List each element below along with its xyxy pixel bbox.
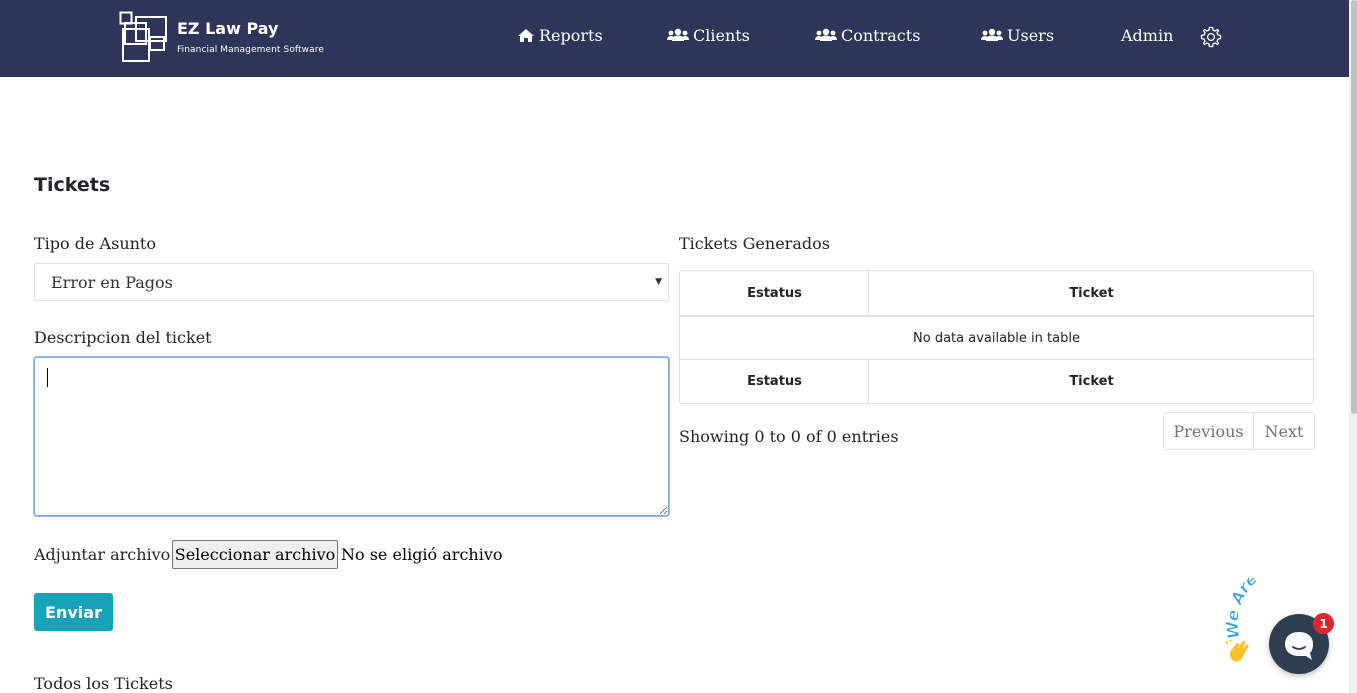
chevron-down-icon: ▼ (655, 277, 662, 287)
nav-reports[interactable]: Reports (517, 25, 603, 45)
subject-selected-value: Error en Pagos (51, 272, 173, 292)
nav-clients[interactable]: Clients (667, 25, 750, 45)
pagination: Previous Next (1163, 412, 1315, 450)
submit-button[interactable]: Enviar (34, 593, 113, 631)
nav-admin[interactable]: Admin (1121, 25, 1173, 45)
waving-hand-icon (1225, 639, 1249, 662)
users-icon (667, 28, 689, 41)
tickets-table: Estatus Ticket No data available in tabl… (679, 270, 1314, 404)
attach-label: Adjuntar archivo : (34, 545, 181, 564)
chat-unread-badge: 1 (1313, 613, 1334, 634)
empty-table-message: No data available in table (913, 330, 1080, 346)
brand[interactable]: EZ Law Pay Financial Management Software (119, 11, 339, 65)
all-tickets-heading: Todos los Tickets (34, 674, 173, 693)
users-icon (815, 28, 837, 41)
nav-contracts[interactable]: Contracts (815, 25, 920, 45)
users-icon (981, 28, 1003, 41)
footer-header-status: Estatus (747, 374, 802, 389)
generated-tickets-heading: Tickets Generados (679, 234, 830, 253)
top-navbar: EZ Law Pay Financial Management Software… (0, 0, 1349, 77)
brand-name: EZ Law Pay (177, 19, 279, 38)
description-textarea[interactable] (34, 357, 669, 516)
column-divider (868, 271, 869, 315)
nav-admin-label: Admin (1121, 25, 1174, 45)
home-icon (518, 28, 534, 42)
page-title: Tickets (34, 174, 111, 196)
choose-file-button[interactable]: Seleccionar archivo (172, 540, 338, 569)
table-info: Showing 0 to 0 of 0 entries (679, 427, 899, 446)
gear-icon[interactable] (1199, 25, 1223, 49)
subject-label: Tipo de Asunto (34, 234, 156, 253)
nav-contracts-label: Contracts (841, 25, 921, 45)
text-cursor (47, 368, 48, 387)
next-page-button[interactable]: Next (1254, 413, 1314, 449)
nav-reports-label: Reports (539, 25, 603, 45)
file-status: No se eligió archivo (341, 545, 503, 564)
footer-header-ticket: Ticket (1069, 374, 1114, 389)
nav-clients-label: Clients (693, 25, 750, 45)
column-header-ticket[interactable]: Ticket (869, 271, 1314, 315)
column-divider (868, 360, 869, 403)
logo-icon (119, 11, 167, 62)
subject-select[interactable]: Error en Pagos ▼ (34, 263, 669, 301)
column-header-status[interactable]: Estatus (680, 271, 869, 315)
nav-users[interactable]: Users (981, 25, 1054, 45)
scrollbar-thumb[interactable] (1351, 0, 1357, 414)
nav-users-label: Users (1007, 25, 1055, 45)
previous-page-button[interactable]: Previous (1164, 413, 1254, 449)
description-label: Descripcion del ticket (34, 328, 212, 347)
brand-tagline: Financial Management Software (177, 45, 324, 55)
